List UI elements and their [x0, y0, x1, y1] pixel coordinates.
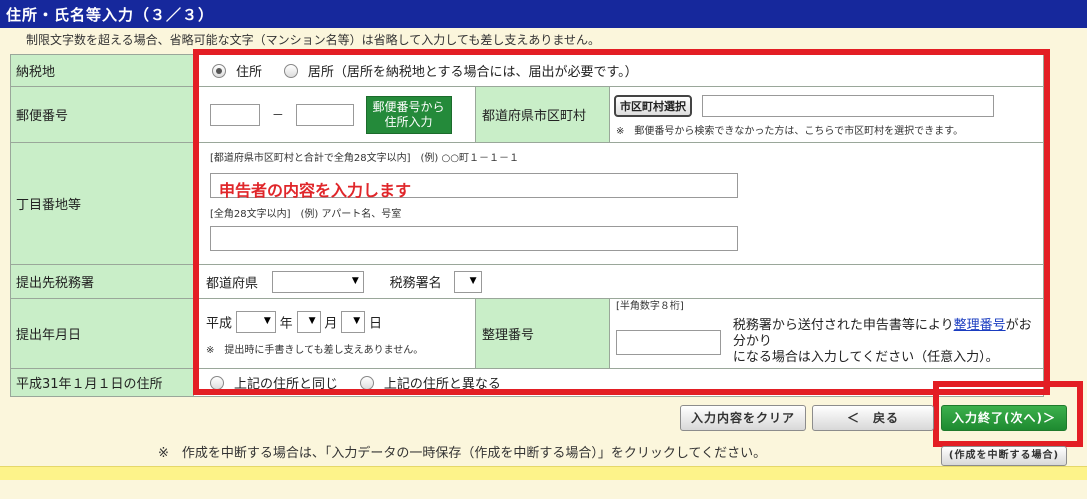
postal-lookup-line1: 郵便番号から: [372, 99, 445, 114]
postal-code-first-input[interactable]: [210, 103, 260, 126]
city-select-hint: ※ 郵便番号から検索できなかった方は、こちらで市区町村を選択できます。: [616, 125, 964, 137]
address-form: 納税地 住所 居所（居所を納税地とする場合には、届出が必要です。） 郵便番号 －…: [10, 54, 1044, 397]
back-button[interactable]: ＜ 戻る: [812, 405, 934, 431]
pref-city-label: 都道府県市区町村: [475, 86, 610, 143]
tax-office-pref-label: 都道府県: [206, 276, 259, 291]
submit-date-label: 提出年月日: [10, 298, 194, 369]
month-select[interactable]: [296, 311, 321, 333]
ref-desc-line2: になる場合は入力してください（任意入力）。: [732, 350, 999, 365]
postal-code-second-input[interactable]: [295, 103, 354, 126]
top-note: 制限文字数を超える場合、省略可能な文字（マンション名等）は省略して入力しても差し…: [26, 33, 600, 47]
address-line2-input[interactable]: [210, 226, 738, 251]
tax-office-name-label: 税務署名: [389, 276, 442, 291]
pref-city-input[interactable]: [701, 94, 994, 117]
ref-number-input[interactable]: [616, 329, 721, 355]
ref-number-label: 整理番号: [475, 298, 610, 369]
radio-different-address[interactable]: [359, 375, 374, 390]
address-line2-hint: [全角28文字以内] (例) アパート名、号室: [210, 209, 402, 220]
address-line1-hint: [都道府県市区町村と合計で全角28文字以内] (例) ○○町１－１－１: [210, 153, 519, 164]
ref-desc-before: 税務署から送付された申告書等により: [732, 318, 954, 333]
tax-office-label: 提出先税務署: [10, 264, 194, 299]
radio-address[interactable]: [212, 63, 226, 78]
page-title: 住所・氏名等入力（３／３）: [0, 0, 1087, 28]
postal-label: 郵便番号: [10, 86, 194, 143]
city-select-button[interactable]: 市区町村選択: [614, 94, 692, 117]
clear-button[interactable]: 入力内容をクリア: [680, 405, 806, 431]
radio-residence-label: 居所（居所を納税地とする場合には、届出が必要です。）: [307, 65, 638, 80]
postal-lookup-button[interactable]: 郵便番号から 住所入力: [365, 95, 452, 134]
h31-address-label: 平成31年１月１日の住所: [10, 368, 194, 397]
instruction-overlay: 申告者の内容を入力します: [219, 181, 412, 200]
day-select[interactable]: [341, 311, 366, 333]
submit-date-note: ※ 提出時に手書きしても差し支えありません。: [206, 345, 424, 356]
postal-dash: －: [271, 108, 284, 122]
suspend-button[interactable]: (作成を中断する場合): [941, 446, 1067, 466]
radio-same-address-label: 上記の住所と同じ: [234, 377, 339, 392]
radio-different-address-label: 上記の住所と異なる: [383, 377, 501, 392]
bottom-note: ※ 作成を中断する場合は、「入力データの一時保存（作成を中断する場合）」をクリッ…: [158, 446, 767, 461]
year-unit: 年: [279, 316, 293, 332]
tax-office-pref-select[interactable]: [271, 270, 364, 293]
address-line1-input[interactable]: 申告者の内容を入力します: [210, 173, 738, 200]
month-unit: 月: [324, 316, 338, 332]
tax-office-name-select[interactable]: [453, 270, 482, 293]
footer-band: [0, 466, 1087, 480]
next-button[interactable]: 入力終了(次へ)＞: [941, 405, 1067, 431]
postal-lookup-line2: 住所入力: [384, 114, 433, 129]
radio-address-label: 住所: [236, 65, 263, 80]
ref-number-hint: [半角数字８桁]: [616, 301, 684, 312]
radio-residence[interactable]: [283, 63, 298, 78]
ref-number-link[interactable]: 整理番号: [954, 318, 1006, 333]
radio-same-address[interactable]: [210, 375, 224, 390]
era-label: 平成: [206, 316, 233, 332]
day-unit: 日: [369, 316, 383, 332]
tax-place-label: 納税地: [10, 54, 194, 87]
year-select[interactable]: [235, 311, 276, 333]
address-label: 丁目番地等: [10, 142, 194, 265]
